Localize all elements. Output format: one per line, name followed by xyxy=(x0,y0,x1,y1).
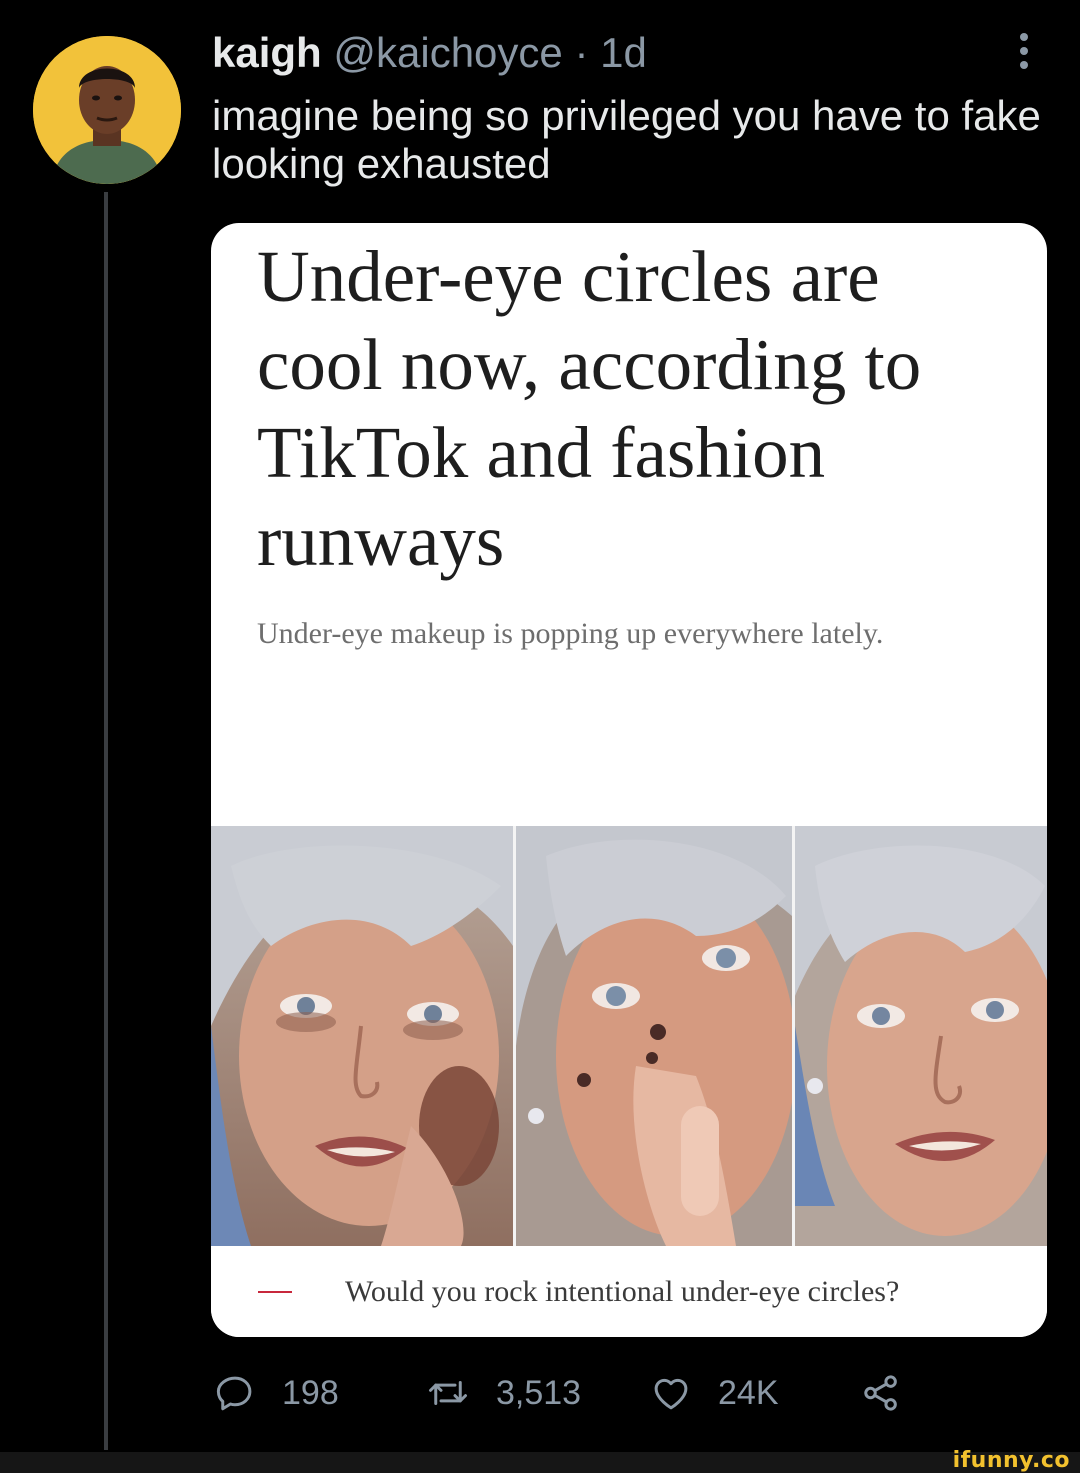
tweet-text: imagine being so privileged you have to … xyxy=(212,92,1041,187)
tweet-header: kaigh @kaichoyce · 1d xyxy=(212,28,647,78)
reply-button[interactable]: 198 xyxy=(214,1368,339,1418)
photo-caption: Would you rock intentional under-eye cir… xyxy=(345,1275,900,1308)
article-card[interactable]: Under-eye circles are cool now, accordin… xyxy=(211,223,1047,1337)
article-photo xyxy=(516,826,792,1246)
more-dots-icon[interactable] xyxy=(1012,30,1036,74)
like-button[interactable]: 24K xyxy=(650,1368,779,1418)
retweet-button[interactable]: 3,513 xyxy=(426,1368,581,1418)
header-separator: · xyxy=(574,29,589,76)
reply-icon xyxy=(216,1376,252,1411)
photo-caption-bar: Would you rock intentional under-eye cir… xyxy=(211,1246,1047,1337)
heart-icon xyxy=(654,1378,688,1410)
article-photo xyxy=(795,826,1047,1246)
author-name[interactable]: kaigh xyxy=(212,29,322,76)
article-photo-strip xyxy=(211,826,1047,1246)
caption-accent-dash xyxy=(258,1291,292,1293)
tweet-timestamp[interactable]: 1d xyxy=(600,29,647,76)
article-dek: Under-eye makeup is popping up everywher… xyxy=(257,617,884,650)
article-headline: Under-eye circles are cool now, accordin… xyxy=(257,236,922,581)
thread-line xyxy=(104,192,108,1450)
article-photo xyxy=(211,826,513,1246)
retweet-icon xyxy=(429,1381,467,1405)
retweet-count: 3,513 xyxy=(496,1373,582,1412)
author-handle[interactable]: @kaichoyce xyxy=(333,29,562,76)
share-icon xyxy=(864,1375,897,1411)
share-button[interactable] xyxy=(860,1368,902,1418)
like-count: 24K xyxy=(718,1373,779,1412)
ifunny-watermark: ifunny.co xyxy=(952,1448,1070,1473)
author-avatar[interactable] xyxy=(33,36,181,184)
reply-count: 198 xyxy=(282,1373,339,1412)
watermark-strip xyxy=(0,1452,1080,1473)
